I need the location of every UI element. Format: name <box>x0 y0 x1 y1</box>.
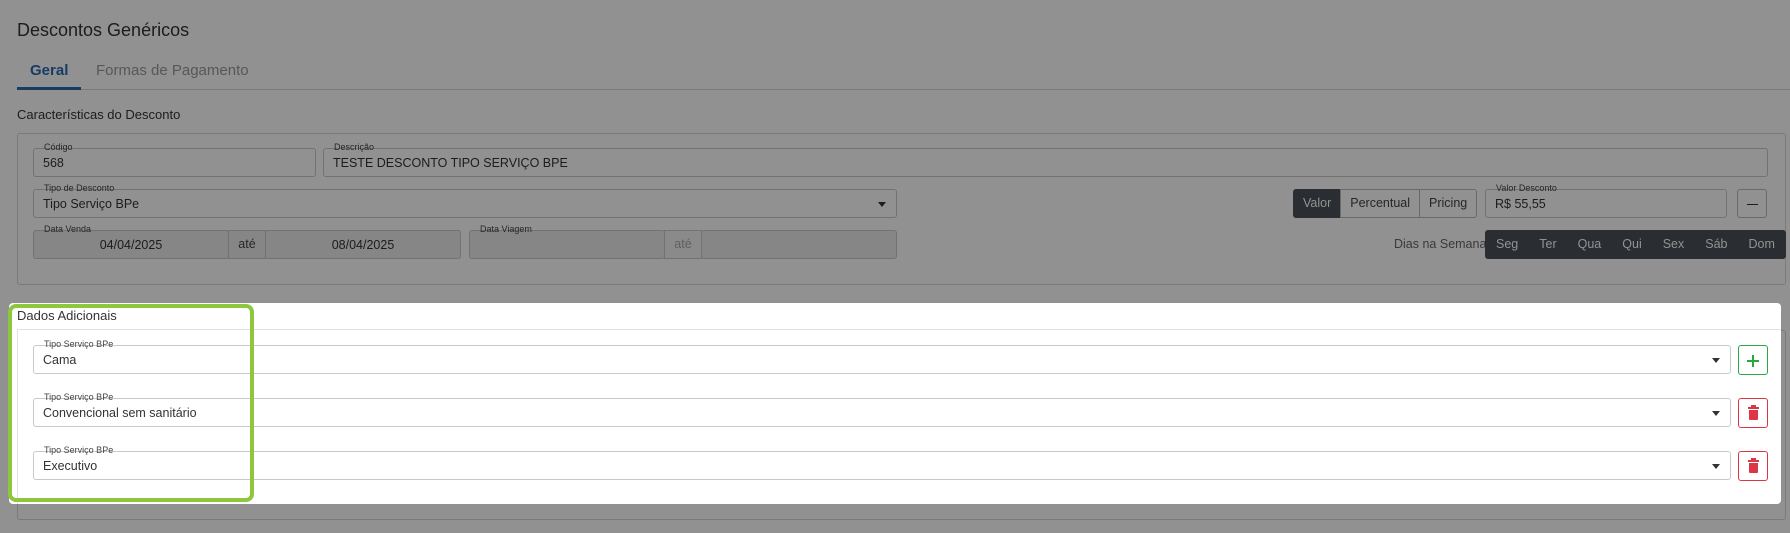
valor-desconto-label: Valor Desconto <box>1494 183 1559 194</box>
tipo-servico-select[interactable]: Tipo Serviço BPe Convencional sem sanitá… <box>33 392 1731 427</box>
tab-formas-de-pagamento[interactable]: Formas de Pagamento <box>96 62 249 79</box>
add-row-button[interactable] <box>1738 345 1768 375</box>
data-venda-to-field[interactable]: 08/04/2025 <box>265 230 461 259</box>
tab-bar: Geral Formas de Pagamento <box>17 58 1790 90</box>
dia-seg-button[interactable]: Seg <box>1485 230 1530 259</box>
data-venda-ate-addon: até <box>228 230 266 259</box>
valor-desconto-value: R$ 55,55 <box>1495 197 1546 211</box>
delete-row-button[interactable] <box>1738 398 1768 428</box>
dados-adicionais-card: Dados Adicionais Tipo Serviço BPe Cama T… <box>9 303 1781 504</box>
data-venda-from-field[interactable]: Data Venda 04/04/2025 <box>33 224 229 259</box>
chevron-down-icon <box>1712 464 1720 469</box>
tipo-servico-select[interactable]: Tipo Serviço BPe Cama <box>33 339 1731 374</box>
codigo-field[interactable]: Código 568 <box>33 142 316 177</box>
modo-desconto-group: Valor Percentual Pricing <box>1293 189 1478 218</box>
chevron-down-icon <box>1712 358 1720 363</box>
data-viagem-ate-addon: até <box>664 230 702 259</box>
data-venda-from-value: 04/04/2025 <box>99 238 163 252</box>
dias-semana-label: Dias na Semana <box>1394 237 1487 251</box>
dia-ter-button[interactable]: Ter <box>1528 230 1568 259</box>
dia-qua-button[interactable]: Qua <box>1566 230 1613 259</box>
descricao-field[interactable]: Descrição TESTE DESCONTO TIPO SERVIÇO BP… <box>323 142 1768 177</box>
data-venda-label: Data Venda <box>42 224 94 235</box>
tab-geral[interactable]: Geral <box>17 62 82 90</box>
dia-qui-button[interactable]: Qui <box>1611 230 1653 259</box>
dia-sex-button[interactable]: Sex <box>1651 230 1696 259</box>
chevron-down-icon <box>878 202 886 207</box>
dia-dom-button[interactable]: Dom <box>1737 230 1786 259</box>
descricao-value: TESTE DESCONTO TIPO SERVIÇO BPE <box>333 156 568 170</box>
page-title: Descontos Genéricos <box>17 20 190 40</box>
tipo-desconto-value: Tipo Serviço BPe <box>43 197 140 211</box>
modo-percentual-button[interactable]: Percentual <box>1340 189 1421 218</box>
valor-desconto-field[interactable]: Valor Desconto R$ 55,55 <box>1485 183 1727 218</box>
data-viagem-to-field[interactable] <box>701 230 897 259</box>
codigo-label: Código <box>42 142 75 153</box>
chevron-down-icon <box>1712 411 1720 416</box>
highlight-annotation-box <box>8 304 254 502</box>
collapse-button[interactable] <box>1737 189 1767 218</box>
caracteristicas-title: Características do Desconto <box>17 107 181 122</box>
tipo-desconto-select[interactable]: Tipo de Desconto Tipo Serviço BPe <box>33 183 897 218</box>
minus-icon <box>1747 204 1758 205</box>
tipo-desconto-label: Tipo de Desconto <box>42 183 117 194</box>
divider <box>17 329 1781 330</box>
modo-valor-button[interactable]: Valor <box>1293 189 1342 218</box>
dias-semana-group: Seg Ter Qua Qui Sex Sáb Dom <box>1485 230 1786 259</box>
tipo-servico-select[interactable]: Tipo Serviço BPe Executivo <box>33 445 1731 480</box>
codigo-value: 568 <box>43 156 64 170</box>
dia-sab-button[interactable]: Sáb <box>1694 230 1739 259</box>
data-viagem-from-field[interactable]: Data Viagem <box>469 224 665 259</box>
descricao-label: Descrição <box>332 142 377 153</box>
modo-pricing-button[interactable]: Pricing <box>1419 189 1478 218</box>
data-venda-to-value: 08/04/2025 <box>331 238 395 252</box>
data-viagem-label: Data Viagem <box>478 224 534 235</box>
delete-row-button[interactable] <box>1738 451 1768 481</box>
